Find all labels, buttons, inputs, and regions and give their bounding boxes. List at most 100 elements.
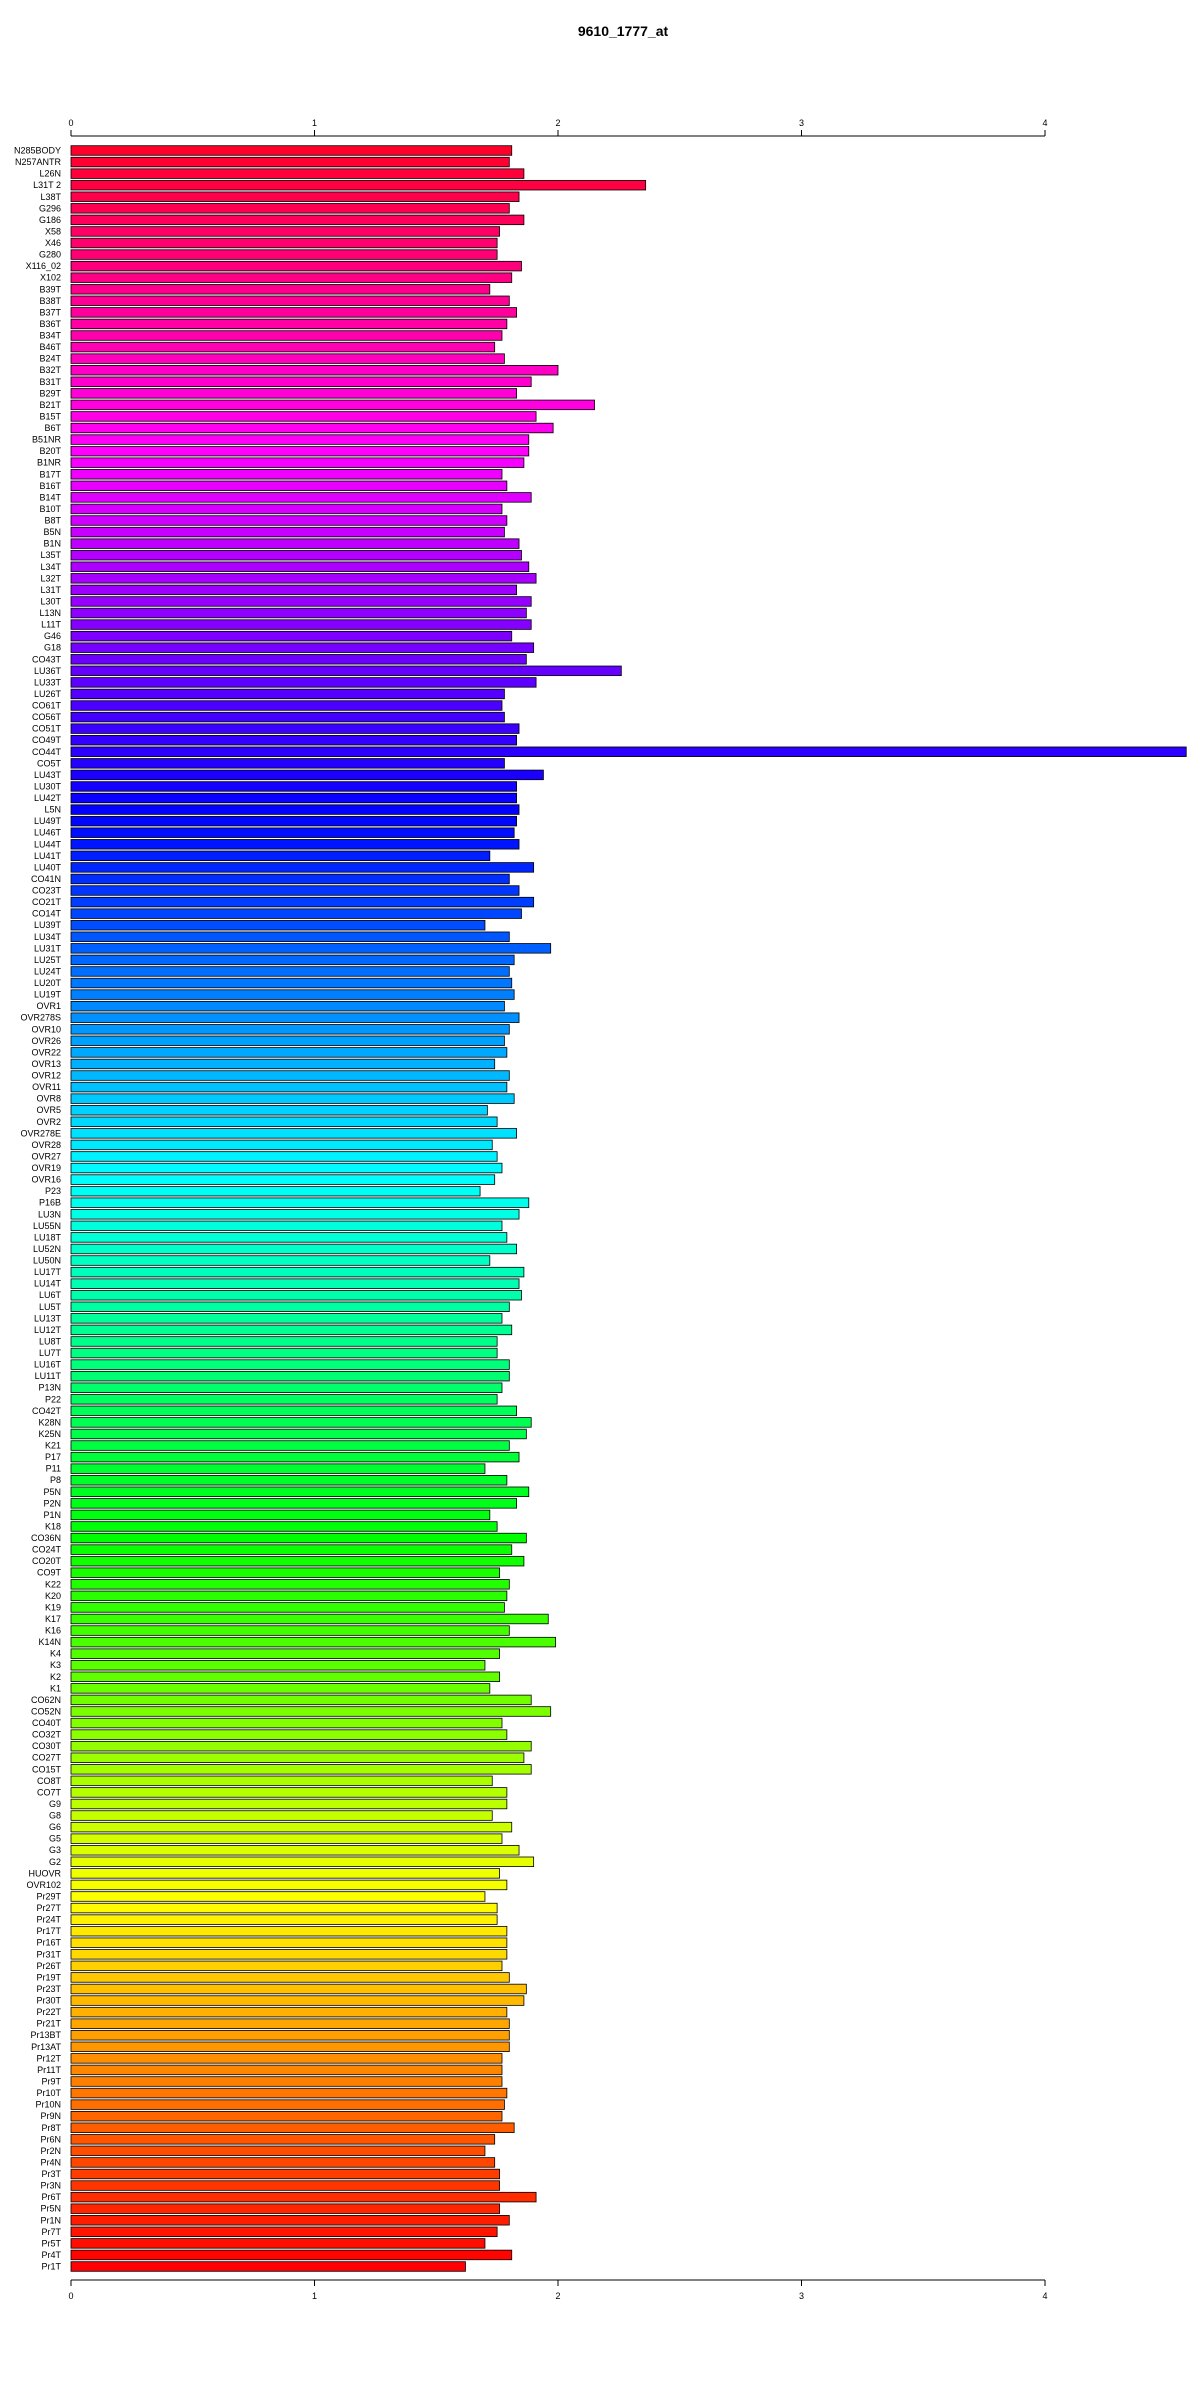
category-label-112: K21 — [45, 1441, 61, 1451]
bar-92 — [70, 1209, 520, 1220]
category-label-102: LU12T — [34, 1325, 62, 1335]
bar-148 — [70, 1856, 535, 1868]
bar-26 — [70, 445, 530, 457]
bar-156 — [70, 1949, 508, 1960]
bar-172 — [70, 2134, 496, 2145]
bar-152 — [70, 1902, 498, 1914]
bar-168 — [70, 2087, 508, 2099]
category-label-85: OVR278E — [20, 1128, 61, 1138]
bar-175 — [70, 2168, 500, 2180]
category-label-119: K18 — [45, 1521, 61, 1531]
bar-90 — [70, 1185, 481, 1197]
category-label-132: K2 — [50, 1672, 61, 1682]
bar-28 — [70, 469, 503, 480]
bar-108 — [70, 1394, 498, 1405]
category-label-76: OVR10 — [31, 1024, 61, 1034]
bar-30 — [70, 492, 532, 503]
category-label-12: B39T — [39, 284, 61, 294]
bar-166 — [70, 2064, 503, 2076]
bar-2 — [70, 168, 525, 179]
bar-154 — [70, 1925, 508, 1937]
bar-88 — [70, 1162, 503, 1174]
category-label-160: Pr30T — [36, 1996, 61, 2006]
bar-159 — [70, 1983, 527, 1995]
bar-64 — [70, 885, 520, 896]
bar-68 — [70, 931, 510, 942]
category-label-143: G9 — [49, 1799, 61, 1809]
category-label-42: G46 — [44, 631, 61, 641]
bar-4 — [70, 191, 520, 202]
bar-81 — [70, 1081, 508, 1093]
category-label-175: Pr3T — [41, 2169, 61, 2179]
category-label-63: CO41N — [31, 874, 61, 884]
category-label-182: Pr4T — [41, 2250, 61, 2260]
category-label-163: Pr13BT — [30, 2030, 61, 2040]
category-label-181: Pr5T — [41, 2238, 61, 2248]
bar-182 — [70, 2249, 513, 2261]
bar-22 — [70, 399, 595, 411]
bar-69 — [70, 943, 552, 954]
bar-78 — [70, 1047, 508, 1058]
category-label-57: L5N — [44, 805, 61, 815]
bar-38 — [70, 584, 518, 596]
category-label-123: CO9T — [37, 1568, 62, 1578]
category-label-155: Pr16T — [36, 1938, 61, 1948]
category-label-37: L32T — [40, 573, 61, 583]
category-label-15: B36T — [39, 319, 61, 329]
bar-85 — [70, 1128, 518, 1139]
bar-178 — [70, 2203, 500, 2214]
category-label-113: P17 — [45, 1452, 61, 1462]
category-label-96: LU50N — [33, 1256, 61, 1266]
category-label-144: G8 — [49, 1811, 61, 1821]
bar-45 — [70, 665, 622, 677]
bar-43 — [70, 642, 535, 653]
category-labels: N285BODYN257ANTR L26NL31T 2 L38TG296 G186X5… — [14, 146, 62, 2272]
tick-label-2: 2 — [555, 2291, 560, 2301]
bar-53 — [70, 758, 505, 769]
category-label-47: LU26T — [34, 689, 62, 699]
bar-72 — [70, 977, 513, 989]
category-label-121: CO24T — [32, 1545, 62, 1555]
category-label-48: CO61T — [32, 701, 62, 711]
category-label-71: LU24T — [34, 966, 62, 976]
category-label-135: CO52N — [31, 1706, 61, 1716]
bar-113 — [70, 1451, 520, 1463]
category-label-141: CO8T — [37, 1776, 62, 1786]
category-label-157: Pr26T — [36, 1961, 61, 1971]
bar-104 — [70, 1347, 498, 1359]
category-label-20: B31T — [39, 377, 61, 387]
category-label-8: X46 — [45, 238, 61, 248]
bar-157 — [70, 1960, 503, 1972]
category-label-3: L31T 2 — [33, 180, 61, 190]
category-label-31: B10T — [39, 504, 61, 514]
category-label-90: P23 — [45, 1186, 61, 1196]
bar-97 — [70, 1266, 525, 1278]
category-label-13: B38T — [39, 296, 61, 306]
tick-label-2: 2 — [555, 118, 560, 128]
category-label-128: K16 — [45, 1626, 61, 1636]
bar-135 — [70, 1706, 552, 1717]
category-label-97: LU17T — [34, 1267, 62, 1277]
bar-114 — [70, 1463, 486, 1474]
bar-75 — [70, 1012, 520, 1023]
category-label-91: P16B — [39, 1198, 61, 1208]
bar-58 — [70, 815, 518, 827]
bar-183 — [70, 2261, 466, 2272]
category-label-162: Pr21T — [36, 2019, 61, 2029]
bar-125 — [70, 1590, 508, 1602]
bar-131 — [70, 1660, 486, 1671]
category-label-145: G6 — [49, 1822, 61, 1832]
tick-label-3: 3 — [799, 118, 804, 128]
category-label-87: OVR27 — [31, 1151, 61, 1161]
category-label-14: B37T — [39, 307, 61, 317]
bar-93 — [70, 1220, 503, 1232]
category-label-74: OVR1 — [36, 1001, 61, 1011]
category-label-66: CO14T — [32, 909, 62, 919]
bar-15 — [70, 318, 508, 330]
bar-89 — [70, 1174, 496, 1185]
category-label-99: LU6T — [39, 1290, 62, 1300]
category-label-79: OVR13 — [31, 1059, 61, 1069]
category-label-81: OVR11 — [32, 1082, 61, 1092]
bar-84 — [70, 1116, 498, 1127]
bar-34 — [70, 538, 520, 549]
